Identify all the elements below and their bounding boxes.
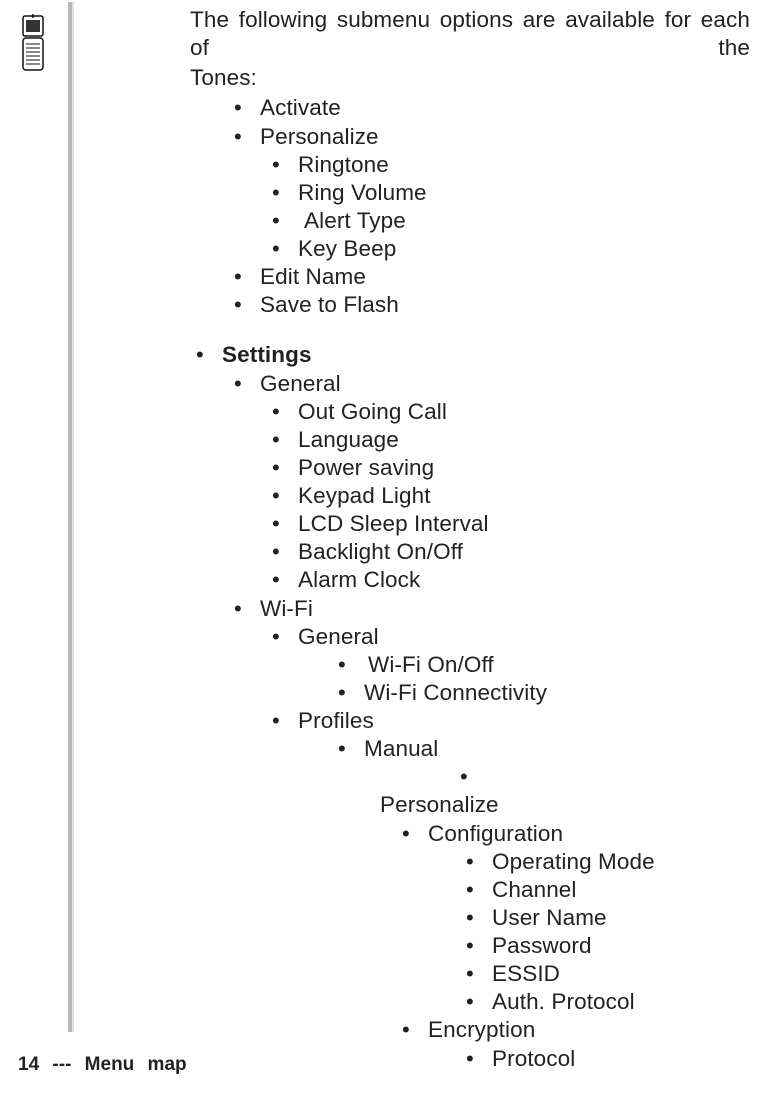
text: General [298,624,379,649]
list-item: General [190,370,750,398]
list-item: Configuration [190,820,750,848]
text: General [260,371,341,396]
page-footer: 14 --- Menu map [18,1054,187,1076]
page: The following submenu options are availa… [0,0,772,1104]
text: Keypad Light [298,483,431,508]
list-item: Backlight On/Off [190,538,750,566]
text: Key Beep [298,236,396,261]
list-item: Auth. Protocol [190,988,750,1016]
text: Wi-Fi [260,596,313,621]
settings-heading: Settings [222,342,312,367]
list-item: Alert Type [190,207,750,235]
text: Profiles [298,708,374,733]
intro-line-1: The following submenu options are availa… [190,6,750,62]
text: Configuration [428,821,563,846]
text: Protocol [492,1046,575,1071]
text: Wi-Fi Connectivity [364,680,547,705]
text: Auth. Protocol [492,989,635,1014]
list-item: User Name [190,904,750,932]
text: Manual [364,736,438,761]
list-item: Manual [190,735,750,763]
text: Encryption [428,1017,535,1042]
list-item: LCD Sleep Interval [190,510,750,538]
text: Edit Name [260,264,366,289]
list-item: Activate [190,94,750,122]
list-item: Ring Volume [190,179,750,207]
list-item: Profiles [190,707,750,735]
text: Wi-Fi On/Off [364,652,494,677]
list-item: Password [190,932,750,960]
text: Personalize [260,124,379,149]
text: Power saving [298,455,434,480]
text: Operating Mode [492,849,655,874]
margin-rule-inner [72,2,74,1032]
text: User Name [492,905,607,930]
list-item: Save to Flash [190,291,750,319]
text: Save to Flash [260,292,399,317]
text: Ringtone [298,152,389,177]
text: ESSID [492,961,560,986]
text: Channel [492,877,577,902]
list-item: Wi-Fi Connectivity [190,679,750,707]
list-item: Channel [190,876,750,904]
text: Password [492,933,592,958]
text: Alarm Clock [298,567,420,592]
list-item: Power saving [190,454,750,482]
text: Alert Type [298,208,406,233]
intro-line-2: Tones: [190,64,750,92]
list-item: Wi-Fi On/Off [190,651,750,679]
text: Activate [260,95,341,120]
list-item: Operating Mode [190,848,750,876]
list-item: Wi-Fi [190,595,750,623]
list-item: Language [190,426,750,454]
list-item: Keypad Light [190,482,750,510]
text: Language [298,427,399,452]
text: Personalize [380,792,499,817]
list-item: Out Going Call [190,398,750,426]
phone-icon [18,14,48,77]
list-item: Personalize [190,123,750,151]
list-item: Settings [190,341,750,369]
list-item: Protocol [190,1045,750,1073]
list-item: General [190,623,750,651]
text: Ring Volume [298,180,427,205]
list-item: Ringtone [190,151,750,179]
text: Backlight On/Off [298,539,463,564]
list-item: Edit Name [190,263,750,291]
list-item: ESSID [190,960,750,988]
list-item: Key Beep [190,235,750,263]
text: LCD Sleep Interval [298,511,489,536]
list-item: Personalize [190,791,750,819]
list-item [190,763,750,791]
list-item: Alarm Clock [190,566,750,594]
text: Out Going Call [298,399,447,424]
body-text: The following submenu options are availa… [190,6,750,1073]
list-item: Encryption [190,1016,750,1044]
